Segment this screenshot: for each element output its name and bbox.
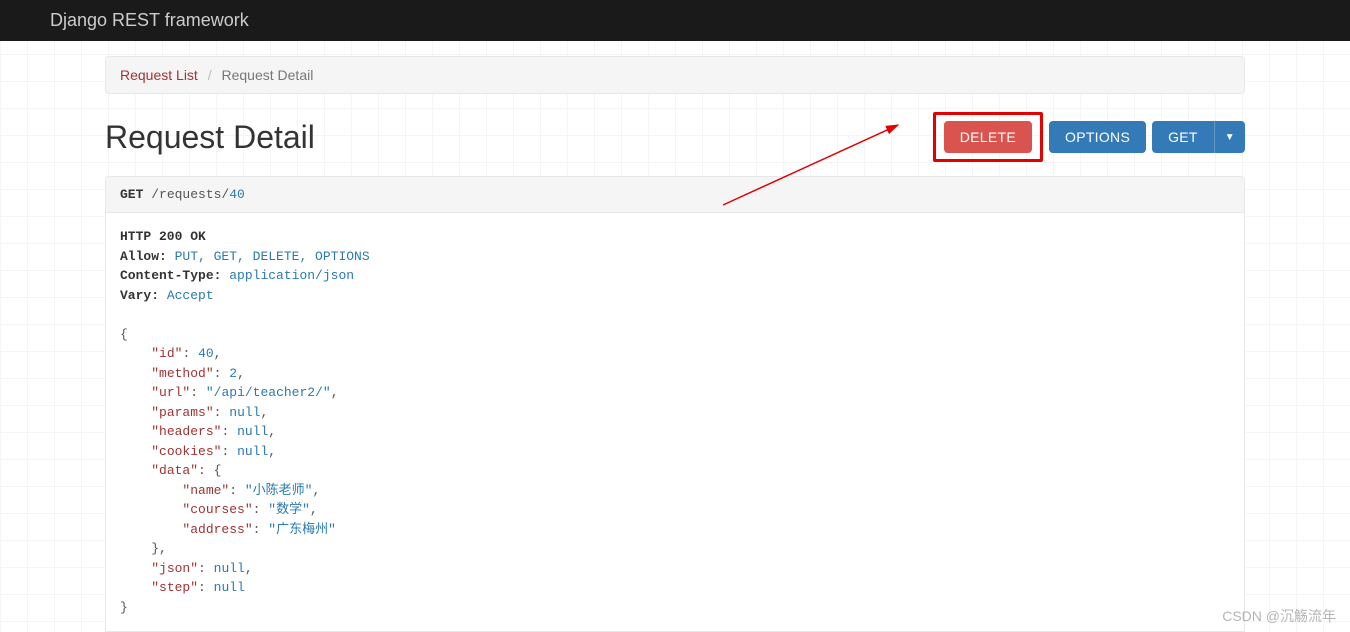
- status-line: HTTP 200 OK: [120, 229, 206, 244]
- request-id: 40: [229, 187, 245, 202]
- json-key-courses: "courses": [182, 502, 252, 517]
- json-val-url: "/api/teacher2/": [206, 385, 331, 400]
- delete-highlight: DELETE: [933, 112, 1043, 162]
- get-button-group: GET ▼: [1152, 121, 1245, 153]
- allow-label: Allow:: [120, 249, 167, 264]
- page-title: Request Detail: [105, 119, 315, 156]
- get-dropdown-toggle[interactable]: ▼: [1214, 121, 1245, 153]
- vary-value: Accept: [167, 288, 214, 303]
- action-buttons: DELETE OPTIONS GET ▼: [933, 112, 1245, 162]
- navbar-brand[interactable]: Django REST framework: [50, 10, 249, 30]
- json-key-params: "params": [151, 405, 213, 420]
- json-val-address: "广东梅州": [268, 522, 336, 537]
- request-method: GET: [120, 187, 143, 202]
- json-val-courses: "数学": [268, 502, 310, 517]
- allow-value: PUT, GET, DELETE, OPTIONS: [175, 249, 370, 264]
- json-key-id: "id": [151, 346, 182, 361]
- json-key-method: "method": [151, 366, 213, 381]
- json-key-headers: "headers": [151, 424, 221, 439]
- json-key-cookies: "cookies": [151, 444, 221, 459]
- options-button[interactable]: OPTIONS: [1049, 121, 1146, 153]
- breadcrumb-root-link[interactable]: Request List: [120, 67, 198, 83]
- json-key-step: "step": [151, 580, 198, 595]
- vary-label: Vary:: [120, 288, 159, 303]
- response-panel: HTTP 200 OK Allow: PUT, GET, DELETE, OPT…: [105, 213, 1245, 632]
- json-val-headers: null: [237, 424, 268, 439]
- get-button[interactable]: GET: [1152, 121, 1214, 153]
- content-type-label: Content-Type:: [120, 268, 221, 283]
- json-key-data: "data": [151, 463, 198, 478]
- json-val-name: "小陈老师": [245, 483, 313, 498]
- content-type-value: application/json: [229, 268, 354, 283]
- json-data-open: {: [214, 463, 222, 478]
- json-key-json: "json": [151, 561, 198, 576]
- breadcrumb-separator: /: [208, 67, 212, 83]
- request-path: /requests/: [151, 187, 229, 202]
- json-val-id: 40: [198, 346, 214, 361]
- breadcrumb: Request List / Request Detail: [105, 56, 1245, 94]
- navbar: Django REST framework: [0, 0, 1350, 41]
- json-key-url: "url": [151, 385, 190, 400]
- delete-button[interactable]: DELETE: [944, 121, 1032, 153]
- json-val-method: 2: [229, 366, 237, 381]
- page-header: Request Detail DELETE OPTIONS GET ▼: [105, 112, 1245, 162]
- json-val-step: null: [214, 580, 245, 595]
- request-line: GET /requests/40: [105, 176, 1245, 213]
- json-val-json: null: [214, 561, 245, 576]
- breadcrumb-current: Request Detail: [222, 67, 314, 83]
- json-key-address: "address": [182, 522, 252, 537]
- json-val-params: null: [229, 405, 260, 420]
- json-key-name: "name": [182, 483, 229, 498]
- json-val-cookies: null: [237, 444, 268, 459]
